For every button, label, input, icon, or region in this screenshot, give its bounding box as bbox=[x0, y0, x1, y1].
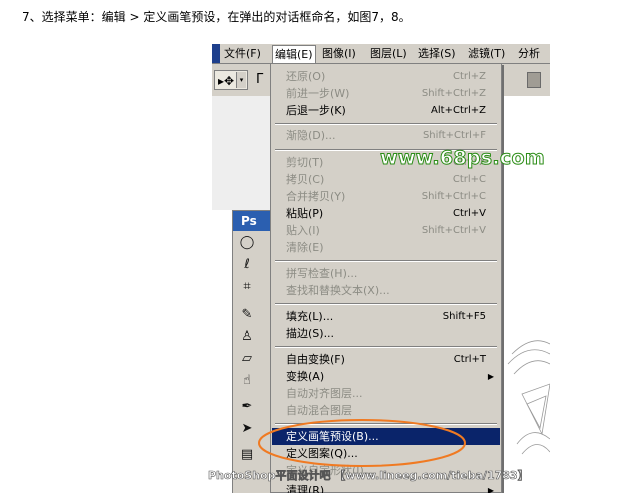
menu-item-label: 自动对齐图层... bbox=[286, 387, 363, 400]
menu-item-label: 剪切(T) bbox=[286, 156, 324, 169]
menu-item-label: 渐隐(D)... bbox=[286, 129, 336, 142]
instruction-text: 7、选择菜单：编辑 > 定义画笔预设，在弹出的对话框命名，如图7，8。 bbox=[22, 10, 411, 24]
menu-6[interactable]: 分析 bbox=[516, 46, 542, 61]
menu-item-shortcut: Shift+Ctrl+C bbox=[421, 191, 486, 202]
menu-0[interactable]: 文件(F) bbox=[222, 46, 263, 61]
edit-menu-item: 拼写检查(H)... bbox=[272, 265, 500, 282]
menu-item-label: 查找和替换文本(X)... bbox=[286, 284, 390, 297]
edit-menu-item: 拷贝(C) Ctrl+C bbox=[272, 171, 500, 188]
menu-item-shortcut: Alt+Ctrl+Z bbox=[431, 105, 486, 116]
menu-item-label: 拼写检查(H)... bbox=[286, 267, 358, 280]
menu-item-label: 自由变换(F) bbox=[286, 353, 345, 366]
toolbox-title-bar: Ps bbox=[233, 211, 273, 231]
menu-item-label: 贴入(I) bbox=[286, 224, 320, 237]
menu-separator bbox=[275, 260, 497, 262]
edit-menu-item[interactable]: 变换(A) ▶ bbox=[272, 368, 500, 385]
move-tool-icon: ▸✥ bbox=[218, 74, 235, 88]
notes-tool-icon[interactable]: ▤ bbox=[239, 447, 255, 463]
smudge-tool-icon[interactable]: ☝ bbox=[239, 373, 255, 389]
ps-logo: Ps bbox=[241, 214, 257, 228]
menu-separator bbox=[275, 346, 497, 348]
menu-item-shortcut: Shift+Ctrl+Z bbox=[421, 88, 486, 99]
edit-menu-item: 还原(O) Ctrl+Z bbox=[272, 68, 500, 85]
eraser-tool-icon[interactable]: ▱ bbox=[239, 351, 255, 367]
menu-2[interactable]: 图像(I) bbox=[320, 46, 358, 61]
menu-item-shortcut: Ctrl+T bbox=[453, 354, 486, 365]
menu-item-shortcut: Shift+F5 bbox=[442, 311, 486, 322]
edit-menu-item: 合并拷贝(Y) Shift+Ctrl+C bbox=[272, 188, 500, 205]
menu-separator bbox=[275, 123, 497, 125]
menu-item-label: 还原(O) bbox=[286, 70, 326, 83]
menu-item-label: 填充(L)... bbox=[286, 310, 334, 323]
direct-select-tool-icon[interactable]: ➤ bbox=[239, 421, 255, 437]
crop-tool-icon[interactable]: ⌗ bbox=[239, 279, 255, 295]
edit-menu-item: 自动对齐图层... bbox=[272, 385, 500, 402]
menu-item-label: 描边(S)... bbox=[286, 327, 335, 340]
chevron-down-icon[interactable]: ▾ bbox=[236, 72, 246, 88]
lasso-tool-icon[interactable]: ℓ bbox=[239, 257, 255, 273]
menu-item-label: 变换(A) bbox=[286, 370, 325, 383]
menu-4[interactable]: 选择(S) bbox=[416, 46, 458, 61]
menu-3[interactable]: 图层(L) bbox=[368, 46, 409, 61]
menu-item-label: 后退一步(K) bbox=[286, 104, 346, 117]
ellipse-marquee-tool-icon[interactable]: ◯ bbox=[239, 235, 255, 251]
footer-watermark: PhotoShop平面设计吧 【www.lineeg.com/tieba/178… bbox=[208, 469, 529, 483]
pen-tool-icon[interactable]: ✒ bbox=[239, 399, 255, 415]
menu-bar: 文件(F) 编辑(E) 图像(I) 图层(L) 选择(S) 滤镜(T) 分析 bbox=[212, 44, 550, 64]
menu-item-label: 粘贴(P) bbox=[286, 207, 324, 220]
clone-stamp-tool-icon[interactable]: ♙ bbox=[239, 329, 255, 345]
menu-item-shortcut: Ctrl+Z bbox=[452, 71, 486, 82]
menu-item-label: 清除(E) bbox=[286, 241, 324, 254]
menu-item-label: 清理(R) bbox=[286, 484, 325, 493]
menu-item-shortcut: Ctrl+C bbox=[452, 174, 486, 185]
menu-5[interactable]: 滤镜(T) bbox=[466, 46, 507, 61]
menubar-left-edge bbox=[212, 44, 220, 63]
menu-item-label: 前进一步(W) bbox=[286, 87, 350, 100]
menu-1[interactable]: 编辑(E) bbox=[272, 45, 316, 63]
edit-menu-item[interactable]: 描边(S)... bbox=[272, 325, 500, 342]
workspace-background bbox=[212, 96, 270, 210]
edit-menu-item: 前进一步(W) Shift+Ctrl+Z bbox=[272, 85, 500, 102]
menu-item-label: 合并拷贝(Y) bbox=[286, 190, 346, 203]
submenu-arrow-icon: ▶ bbox=[487, 486, 494, 493]
edit-menu-item: 清除(E) bbox=[272, 239, 500, 256]
tool-preset-picker[interactable]: ▸✥ ▾ bbox=[214, 70, 248, 90]
options-right-widget[interactable] bbox=[527, 72, 541, 88]
options-separator: Γ bbox=[256, 72, 264, 87]
edit-menu-item: 查找和替换文本(X)... bbox=[272, 282, 500, 299]
menu-item-shortcut: Shift+Ctrl+V bbox=[421, 225, 486, 236]
edit-menu-item[interactable]: 自由变换(F) Ctrl+T bbox=[272, 351, 500, 368]
menu-item-label: 拷贝(C) bbox=[286, 173, 325, 186]
menu-separator bbox=[275, 303, 497, 305]
healing-brush-tool-icon[interactable]: ✎ bbox=[239, 307, 255, 323]
edit-menu-item[interactable]: 清理(R) ▶ bbox=[272, 482, 500, 493]
edit-menu-item[interactable]: 后退一步(K) Alt+Ctrl+Z bbox=[272, 102, 500, 119]
photoshop-screenshot: 文件(F) 编辑(E) 图像(I) 图层(L) 选择(S) 滤镜(T) 分析 ▸✥ ▾ Γ … bbox=[212, 44, 550, 493]
edit-menu-item: 贴入(I) Shift+Ctrl+V bbox=[272, 222, 500, 239]
orange-highlight-ellipse bbox=[258, 419, 466, 467]
site-watermark: www.68ps.com bbox=[380, 147, 546, 170]
edit-menu-item: 渐隐(D)... Shift+Ctrl+F bbox=[272, 127, 500, 144]
menu-item-shortcut: Ctrl+V bbox=[452, 208, 486, 219]
submenu-arrow-icon: ▶ bbox=[487, 372, 494, 381]
edit-menu-item[interactable]: 填充(L)... Shift+F5 bbox=[272, 308, 500, 325]
menu-item-shortcut: Shift+Ctrl+F bbox=[422, 130, 486, 141]
edit-menu-item[interactable]: 粘贴(P) Ctrl+V bbox=[272, 205, 500, 222]
